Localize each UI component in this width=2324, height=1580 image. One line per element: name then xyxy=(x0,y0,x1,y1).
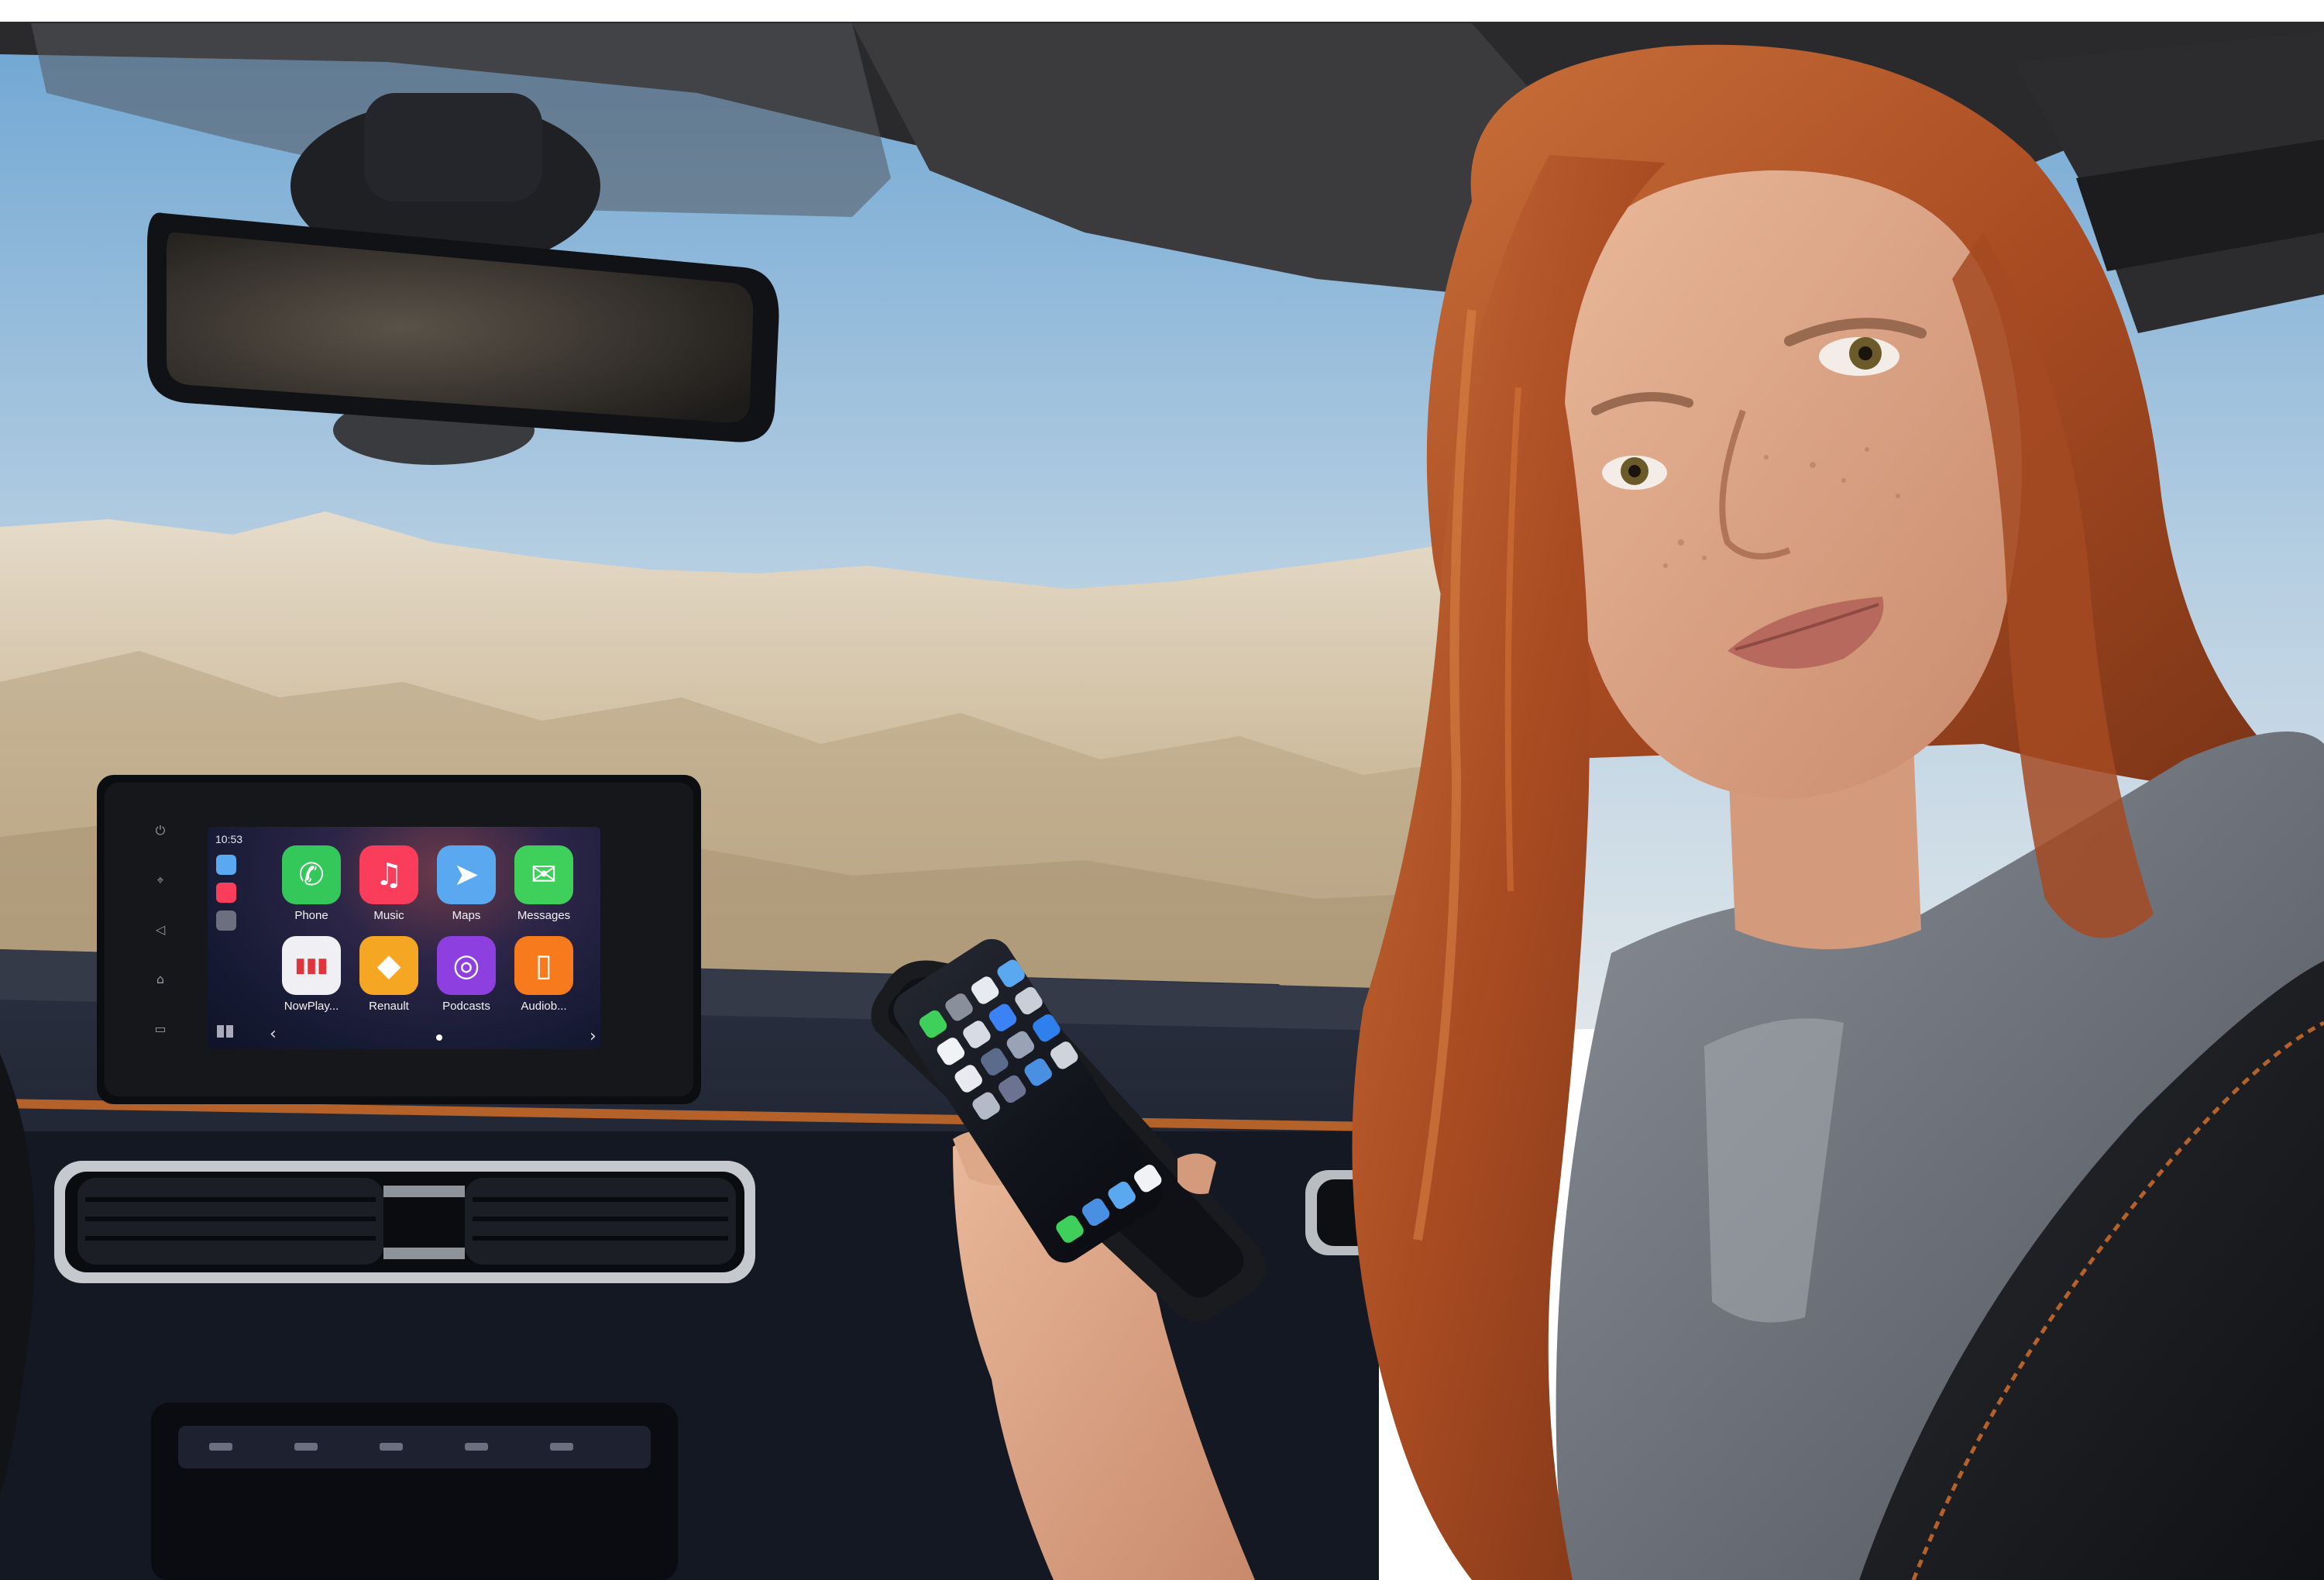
renault-icon: ◆ xyxy=(359,936,418,995)
app-label: NowPlay... xyxy=(284,1000,339,1013)
app-renault[interactable]: ◆ Renault xyxy=(350,936,428,1013)
phone-app-icon[interactable] xyxy=(970,1089,1002,1122)
carplay-dock xyxy=(212,855,240,931)
background-photo xyxy=(0,0,2324,1580)
car-button-icon[interactable]: ▭ xyxy=(153,1021,168,1037)
phone-dock-icon[interactable] xyxy=(1079,1196,1112,1229)
phone-app-icon[interactable] xyxy=(1048,1039,1081,1072)
maps-icon: ➤ xyxy=(437,845,496,904)
nav-button-icon[interactable]: ⌖ xyxy=(153,873,168,888)
app-music[interactable]: ♫ Music xyxy=(350,845,428,922)
app-maps[interactable]: ➤ Maps xyxy=(428,845,505,922)
volume-button-icon[interactable]: ◁ xyxy=(153,922,168,938)
app-phone[interactable]: ✆ Phone xyxy=(273,845,350,922)
app-podcasts[interactable]: ◎ Podcasts xyxy=(428,936,505,1013)
phone-app-icon[interactable] xyxy=(943,991,975,1024)
phone-app-icon[interactable] xyxy=(952,1062,985,1095)
phone-app-icon[interactable] xyxy=(934,1035,968,1068)
app-label: Music xyxy=(373,909,404,922)
phone-app-icon[interactable] xyxy=(978,1045,1011,1078)
app-list-icon[interactable] xyxy=(217,1025,235,1038)
music-icon: ♫ xyxy=(359,845,418,904)
phone-app-icon[interactable] xyxy=(995,957,1027,990)
phone-app-icon[interactable] xyxy=(968,974,1002,1007)
music-small-icon[interactable] xyxy=(216,883,236,903)
app-label: Audiob... xyxy=(521,1000,567,1013)
app-now-playing[interactable]: ▮▮▮ NowPlay... xyxy=(273,936,350,1013)
phone-dock-icon[interactable] xyxy=(1131,1162,1164,1195)
phone-app-icon[interactable] xyxy=(961,1018,993,1051)
photo-scene: ⏻ ⌖ ◁ ⌂ ▭ 10:53 ✆ Phone ♫ Music ➤ Maps ✉ xyxy=(0,0,2324,1580)
messages-icon: ✉ xyxy=(514,845,573,904)
app-messages[interactable]: ✉ Messages xyxy=(505,845,583,922)
phone-app-icon[interactable] xyxy=(1022,1055,1054,1089)
app-label: Phone xyxy=(294,909,328,922)
podcasts-small-icon[interactable] xyxy=(216,910,236,931)
page-forward-chevron-icon[interactable]: › xyxy=(590,1027,596,1046)
home-button-icon[interactable]: ⏻ xyxy=(153,823,168,838)
app-label: Podcasts xyxy=(442,1000,490,1013)
carplay-clock: 10:53 xyxy=(215,833,243,845)
phone-dock-icon[interactable] xyxy=(1054,1213,1086,1245)
app-audiobooks[interactable]: ▯ Audiob... xyxy=(505,936,583,1013)
phone-dock-icon[interactable] xyxy=(1105,1179,1138,1212)
app-label: Renault xyxy=(369,1000,409,1013)
phone-icon: ✆ xyxy=(282,845,341,904)
house-button-icon[interactable]: ⌂ xyxy=(153,972,168,987)
phone-app-icon[interactable] xyxy=(1030,1011,1063,1045)
page-indicator-dot xyxy=(436,1034,442,1041)
maps-small-icon[interactable] xyxy=(216,855,236,875)
app-label: Messages xyxy=(517,909,571,922)
app-label: Maps xyxy=(452,909,481,922)
phone-app-icon[interactable] xyxy=(1004,1028,1037,1062)
carplay-screen: 10:53 ✆ Phone ♫ Music ➤ Maps ✉ Messages xyxy=(208,827,600,1049)
phone-app-icon[interactable] xyxy=(995,1072,1029,1106)
phone-app-icon[interactable] xyxy=(1012,984,1045,1017)
phone-app-icon[interactable] xyxy=(916,1007,950,1041)
now-playing-icon: ▮▮▮ xyxy=(282,936,341,995)
page-back-chevron-icon[interactable]: ‹ xyxy=(270,1024,277,1044)
podcasts-icon: ◎ xyxy=(437,936,496,995)
carplay-app-grid: ✆ Phone ♫ Music ➤ Maps ✉ Messages ▮▮▮ No… xyxy=(273,845,583,1013)
audiobooks-icon: ▯ xyxy=(514,936,573,995)
phone-app-icon[interactable] xyxy=(986,1001,1019,1034)
